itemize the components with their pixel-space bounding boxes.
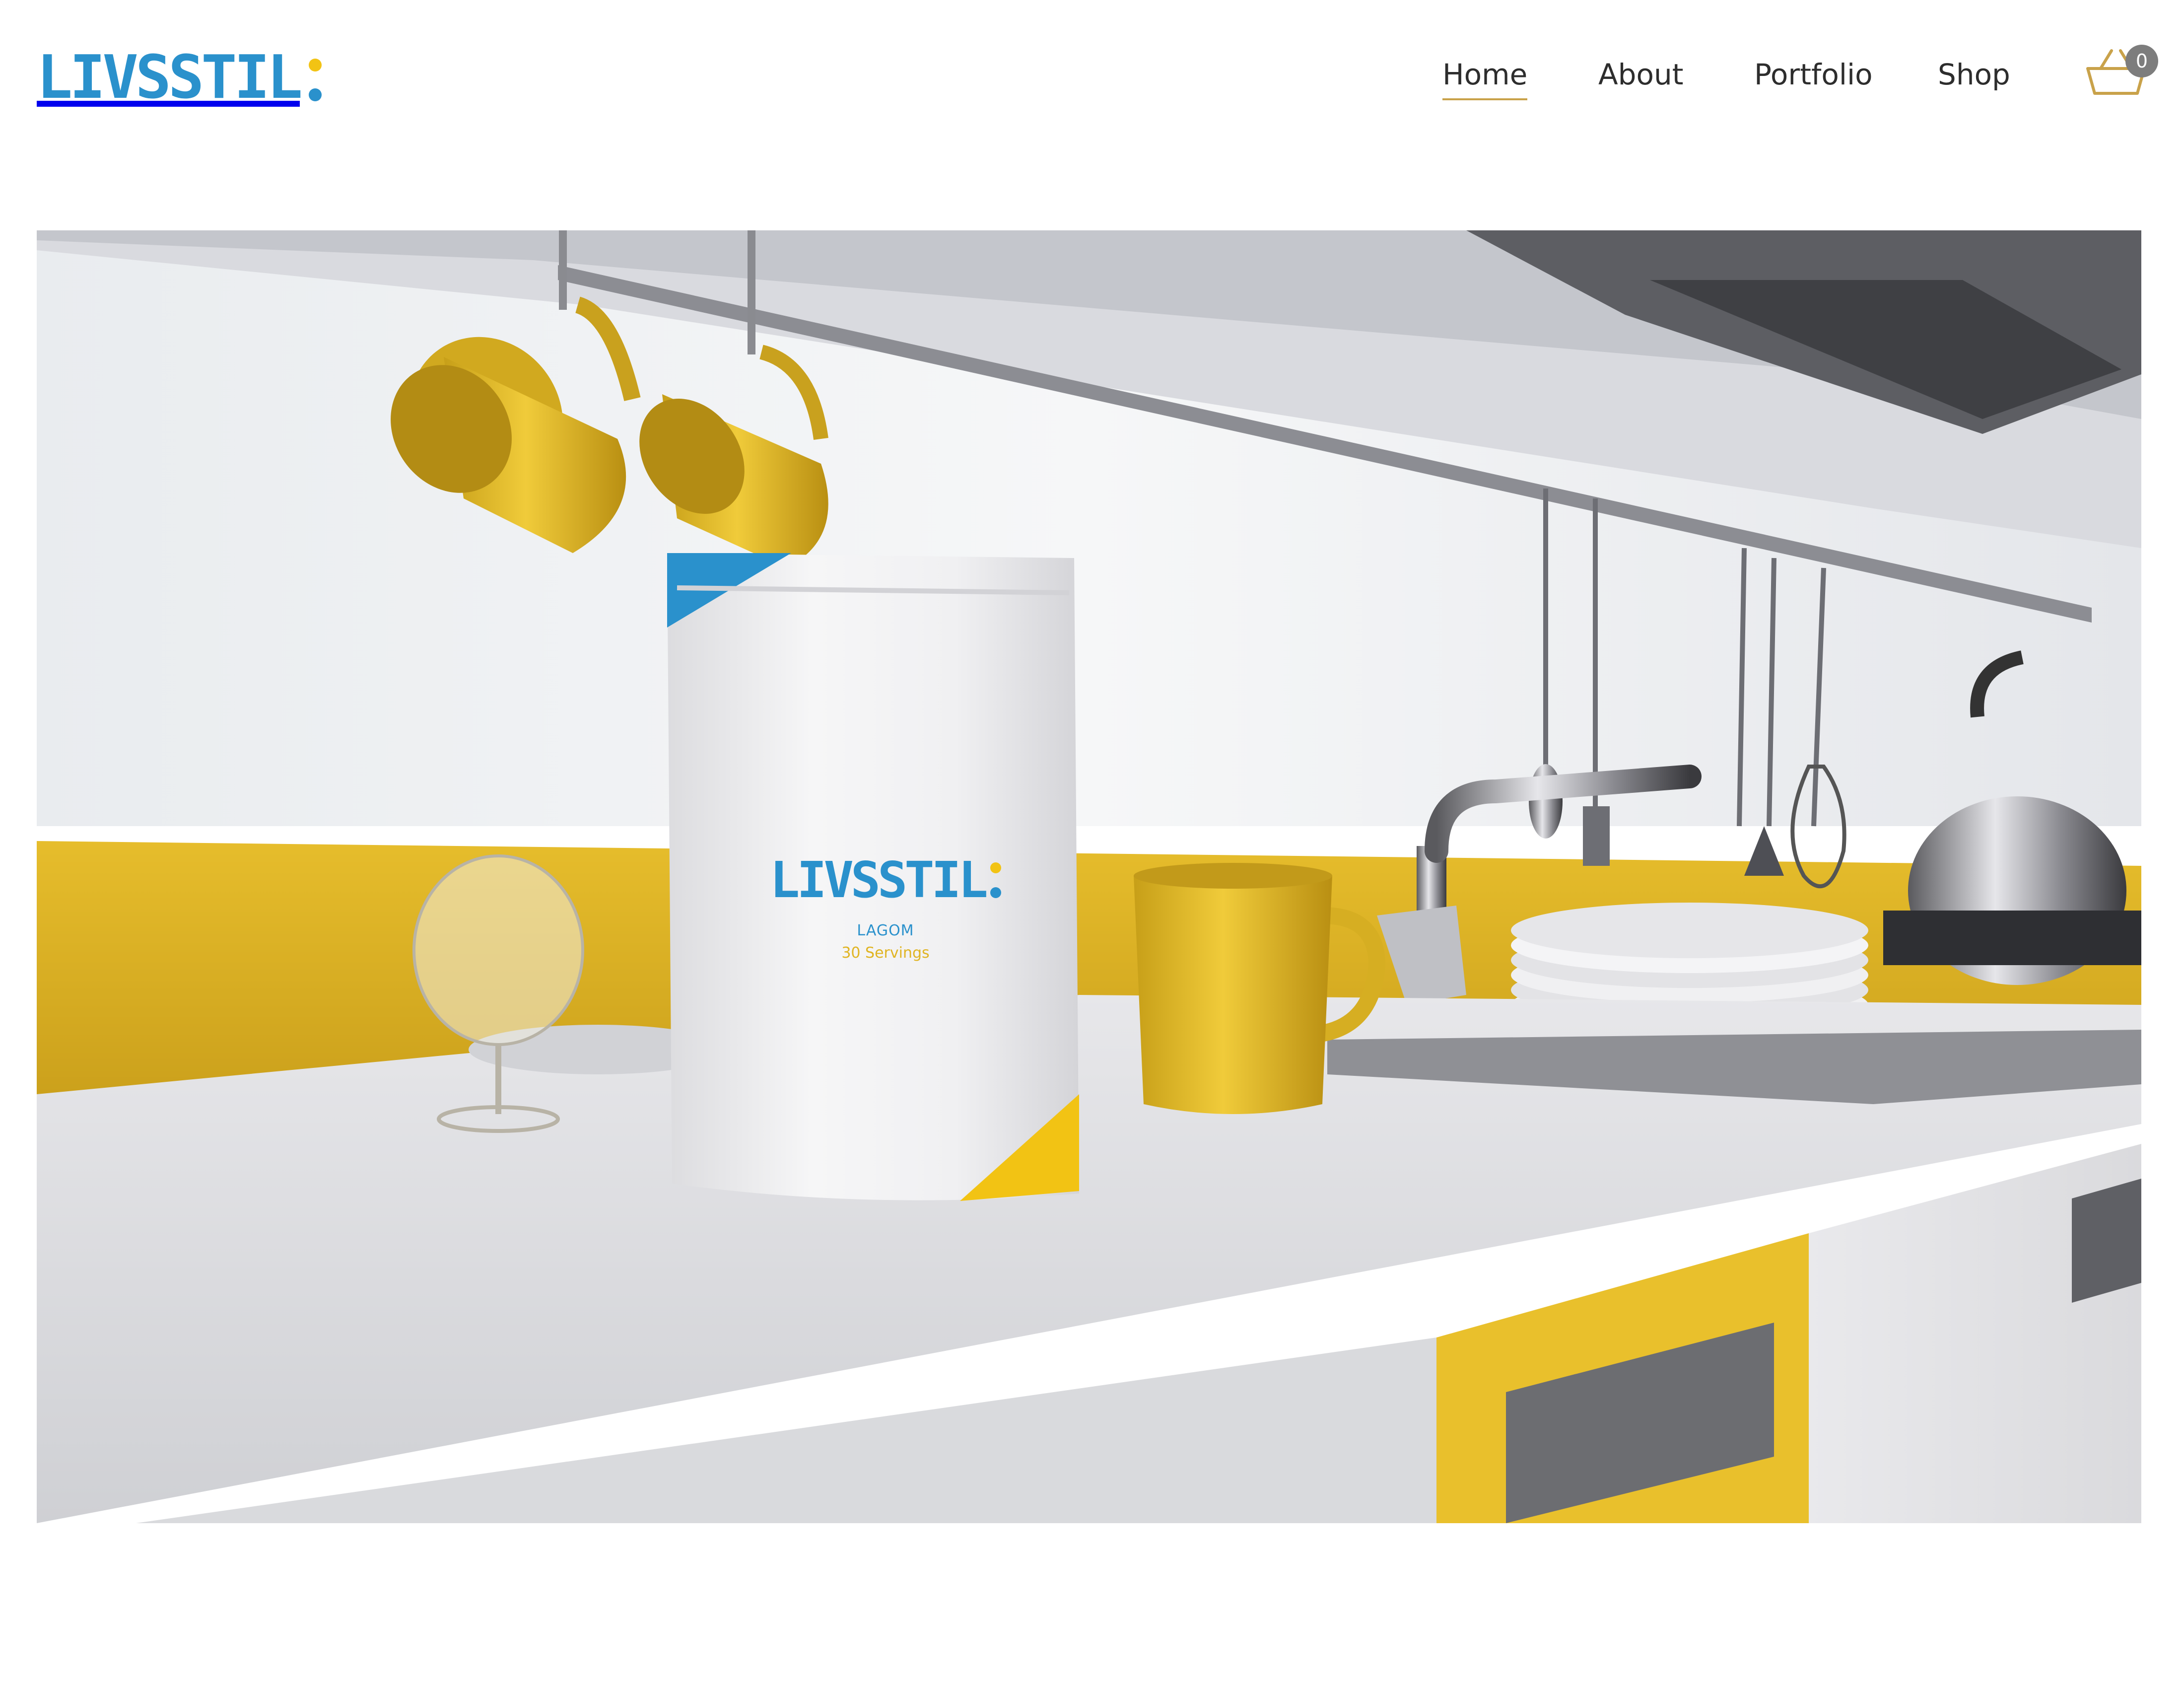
- nav-item-home[interactable]: Home: [1442, 55, 1528, 100]
- kitchen-scene: [37, 230, 2141, 1523]
- pouch-label: LIVSSTIL LAGOM 30 Servings: [732, 851, 1039, 962]
- site-header: LIVSSTIL Home About Portfolio Shop 0: [0, 0, 2184, 149]
- pouch-brand: LIVSSTIL: [770, 851, 988, 909]
- main-nav: Home About Portfolio Shop: [0, 55, 2184, 100]
- pouch-product-name: LAGOM: [857, 922, 914, 939]
- hero-image: LIVSSTIL LAGOM 30 Servings: [37, 230, 2141, 1523]
- nav-item-shop[interactable]: Shop: [1938, 55, 2010, 94]
- pouch-servings: 30 Servings: [841, 944, 930, 962]
- pouch-logo-dots-icon: [990, 862, 1001, 898]
- nav-item-portfolio[interactable]: Portfolio: [1754, 55, 1873, 94]
- nav-item-about[interactable]: About: [1598, 55, 1683, 94]
- cart-count-badge[interactable]: 0: [2125, 45, 2158, 77]
